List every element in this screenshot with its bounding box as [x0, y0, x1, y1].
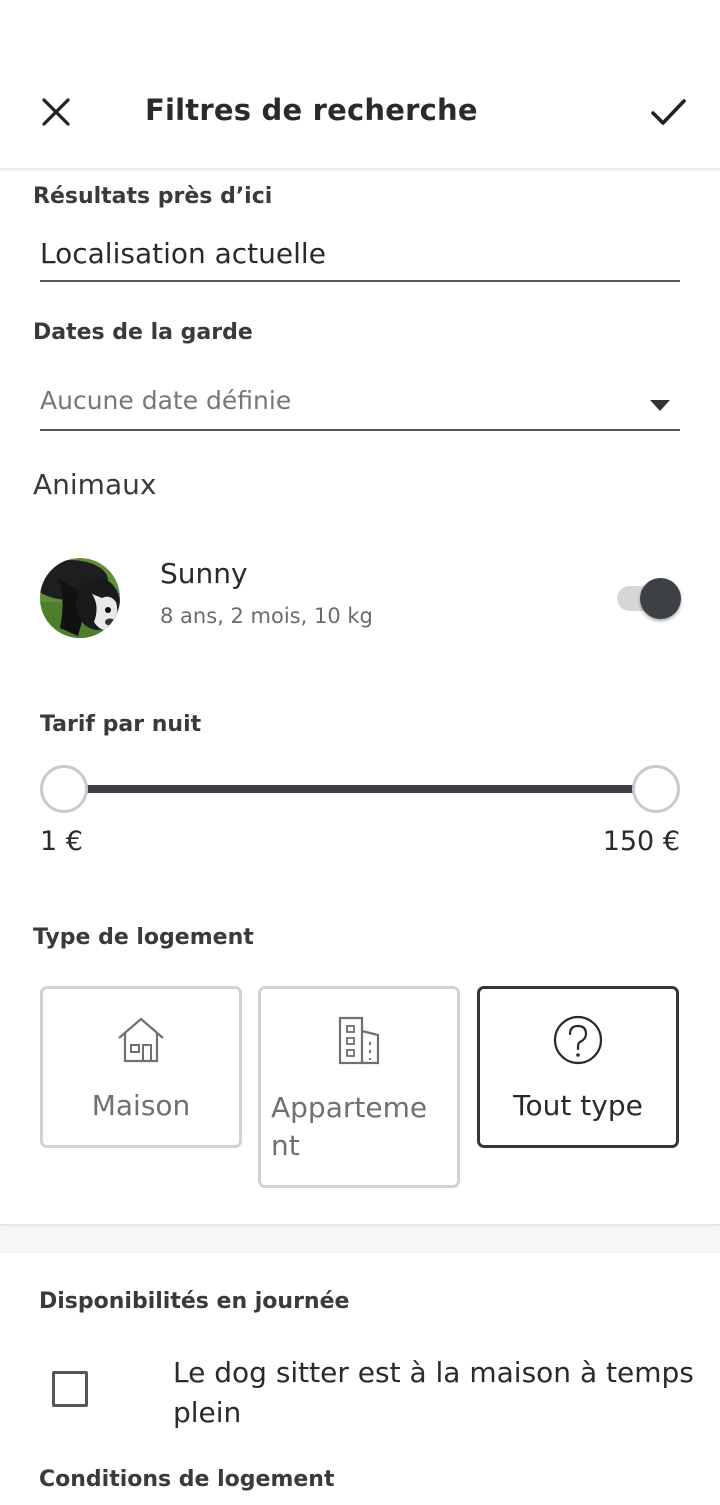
dates-dropdown[interactable]: Aucune date définie — [40, 378, 680, 431]
housing-label: Type de logement — [33, 925, 254, 950]
slider-max-handle[interactable] — [632, 765, 680, 813]
pet-name: Sunny — [160, 557, 248, 590]
home-full-time-label[interactable]: Le dog sitter est à la maison à temps pl… — [173, 1353, 713, 1433]
close-icon — [42, 98, 70, 126]
pet-avatar — [40, 558, 120, 638]
pet-toggle[interactable] — [615, 578, 683, 620]
housing-option-label: Tout type — [513, 1089, 643, 1122]
housing-option-maison[interactable]: Maison — [40, 986, 242, 1148]
location-label: Résultats près d’ici — [33, 184, 273, 209]
check-icon — [651, 99, 686, 125]
conditions-label: Conditions de logement — [39, 1467, 335, 1492]
price-min-label: 1 € — [40, 826, 83, 857]
pet-details: 8 ans, 2 mois, 10 kg — [160, 604, 373, 628]
house-icon — [118, 1017, 164, 1063]
home-full-time-checkbox[interactable] — [52, 1371, 88, 1407]
top-app-bar: Filtres de recherche — [0, 0, 720, 168]
housing-option-label: Maison — [91, 1089, 191, 1122]
price-max-label: 150 € — [602, 826, 680, 857]
dates-placeholder: Aucune date définie — [40, 386, 292, 415]
pets-label: Animaux — [33, 468, 157, 501]
building-icon — [338, 1016, 380, 1065]
dates-label: Dates de la garde — [33, 320, 253, 345]
housing-option-tout-type[interactable]: Tout type — [477, 986, 679, 1148]
location-value: Localisation actuelle — [40, 237, 326, 270]
price-label: Tarif par nuit — [40, 712, 202, 737]
dropdown-arrow-icon — [650, 400, 670, 411]
housing-option-appartement[interactable]: Apparteme nt — [258, 986, 460, 1188]
housing-option-label: Apparteme nt — [271, 1091, 428, 1162]
toggle-thumb — [640, 578, 681, 619]
page-title: Filtres de recherche — [145, 93, 478, 127]
apply-filters-button[interactable] — [646, 90, 690, 134]
section-divider — [0, 1224, 720, 1252]
price-range-slider[interactable] — [40, 765, 680, 813]
availability-label: Disponibilités en journée — [39, 1289, 350, 1314]
location-field[interactable]: Localisation actuelle — [40, 232, 680, 282]
close-button[interactable] — [36, 92, 76, 132]
slider-track — [64, 785, 656, 793]
question-icon — [553, 1015, 603, 1065]
slider-min-handle[interactable] — [40, 765, 88, 813]
